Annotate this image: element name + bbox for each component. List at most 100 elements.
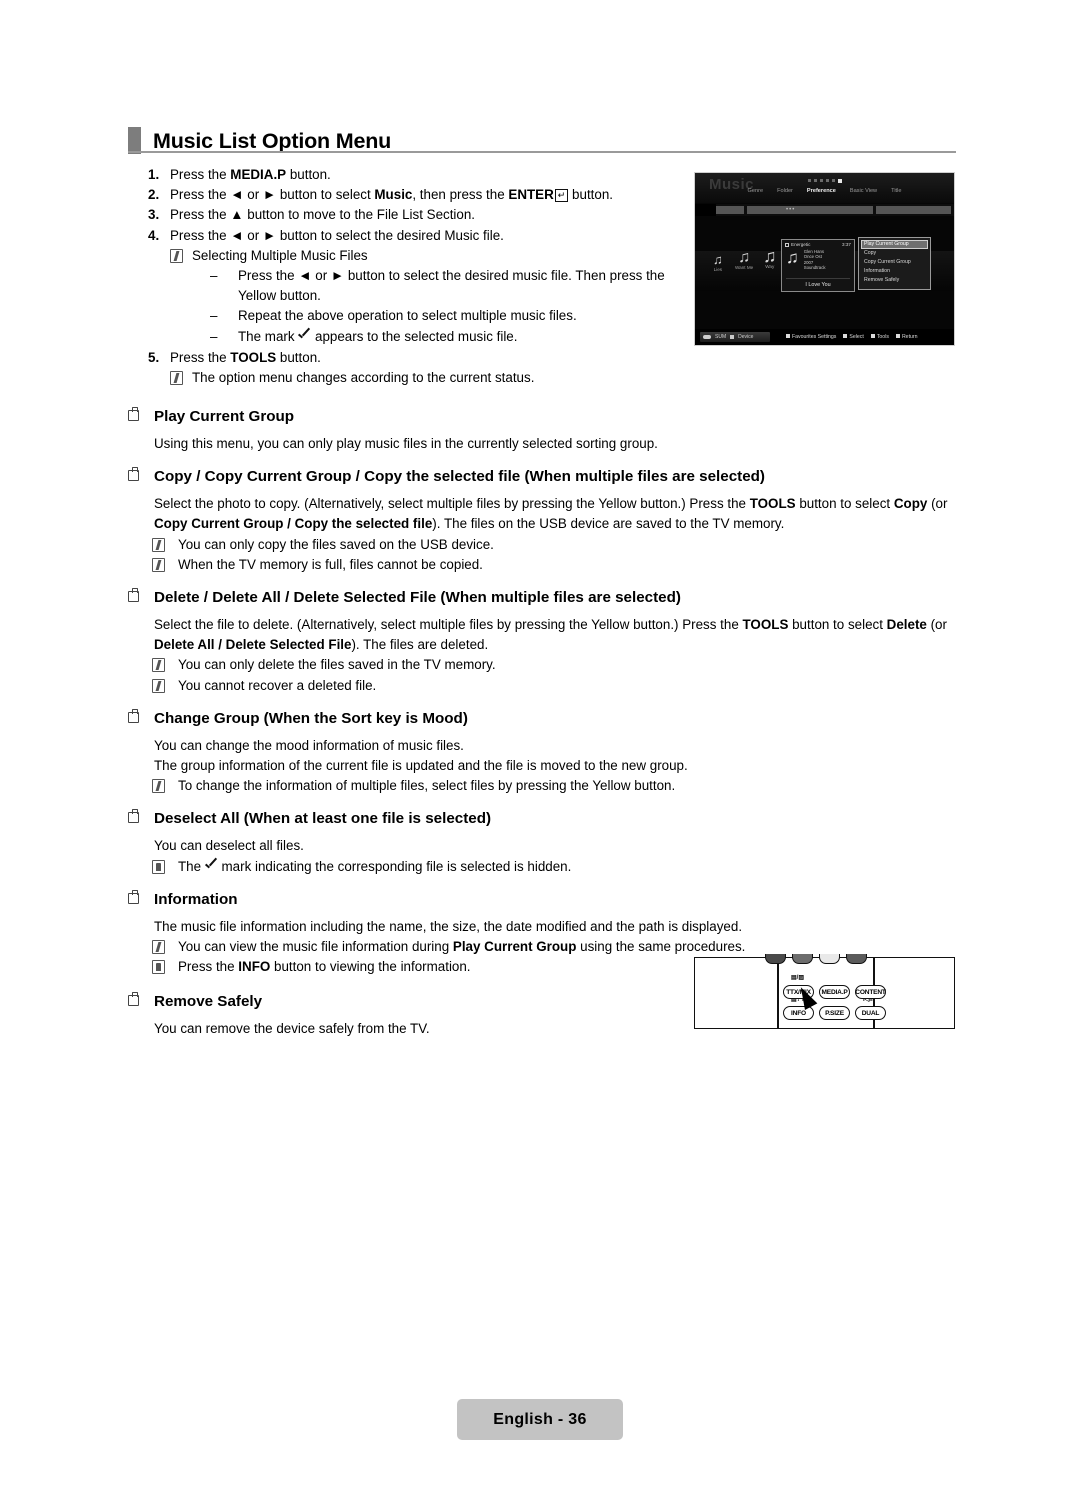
note-icon [152,535,178,555]
section-body: Select the photo to copy. (Alternatively… [154,494,956,534]
tv-hint-favourites[interactable]: Favourites Settings [786,334,836,340]
music-note-icon: ♫ [763,246,777,266]
tv-file-item[interactable]: ♫ Way [763,246,777,269]
tv-page-dots [695,179,954,183]
select-button-icon [843,334,848,338]
step-item: 3. Press the ▲ button to move to the Fil… [148,205,693,225]
tv-hint-group: Favourites Settings Select Tools Return [786,334,918,340]
tv-status-bar: SUM Device Favourites Settings Select To… [695,329,954,345]
section-heading: Change Group (When the Sort key is Mood) [128,708,956,727]
dash-marker: – [210,268,218,284]
tv-menu-item-copy-current-group[interactable]: Copy Current Group [861,258,928,267]
tv-hint-tools[interactable]: Tools [870,334,889,340]
step-item: 5. Press the TOOLS button. [148,348,693,368]
tv-file-label: Lies [713,267,723,272]
bullet-square-icon [128,809,154,827]
tv-file-info-card: Energetic 3:37 ♫ Glen Hans Once Ost 2007… [781,239,855,292]
note-icon [152,937,178,957]
tv-tab-genre[interactable]: Genre [748,188,764,194]
note-icon [152,857,178,877]
step-text: Press the TOOLS button. [170,349,321,365]
page-number-label: English - 36 [493,1410,587,1428]
bullet-square-icon [128,588,154,606]
note-text: To change the information of multiple fi… [178,778,676,794]
music-note-icon: ♫ [738,249,751,266]
tv-card-mood: Energetic [785,242,810,247]
remote-button-dual[interactable]: DUAL [855,1006,886,1020]
remote-color-buttons [765,954,867,964]
remote-button-psize[interactable]: P.SIZE [819,1006,850,1020]
bullet-square-icon [128,407,154,425]
section-heading-text: Play Current Group [154,408,295,425]
section-heading-text: Delete / Delete All / Delete Selected Fi… [154,589,681,607]
title-divider [128,151,956,153]
tv-tab-preference[interactable]: Preference [807,188,836,194]
return-arrow-icon [895,334,900,338]
tv-file-item[interactable]: ♫ Want Me [735,249,753,271]
device-marker-icon [730,335,735,339]
tv-source-label: SUM [715,334,727,340]
dash-marker: – [210,328,218,344]
tv-menu-item-copy[interactable]: Copy [861,249,928,258]
note-icon [152,555,178,575]
tv-hint-select[interactable]: Select [843,334,864,340]
checkmark-icon [205,861,218,873]
tv-scroll-dots: ••• [786,207,796,213]
enter-key-icon: ↵ [554,189,569,203]
remote-control-illustration: ▤/▨ ▤? i I◁II TTX/MIX MEDIA.P CONTENT IN… [694,954,955,1029]
section-heading: Information [128,889,956,908]
section-heading-text: Deselect All (When at least one file is … [154,810,492,828]
note-text: Selecting Multiple Music Files [192,247,368,263]
remote-button-info[interactable]: INFO [783,1006,814,1020]
page-title-block: Music List Option Menu [128,118,956,154]
checkbox-icon[interactable] [785,243,789,247]
section-body: Select the file to delete. (Alternativel… [154,615,956,655]
tv-tab-title[interactable]: Title [891,188,901,194]
step-note: Selecting Multiple Music Files [170,246,693,266]
step-text: Press the ◄ or ► button to select the de… [170,227,504,243]
note-icon [170,246,192,266]
remote-button-content[interactable]: CONTENT [855,985,886,999]
note-icon [152,676,178,696]
sub-bullet-text: Repeat the above operation to select mul… [238,308,577,324]
tools-icon [870,334,875,338]
section-note: You can only copy the files saved on the… [152,535,956,555]
section-heading-text: Information [154,890,238,908]
tv-menu-item-play-current-group[interactable]: Play Current Group [861,240,928,249]
remote-button-mediap[interactable]: MEDIA.P [819,985,850,999]
note-icon [152,776,178,796]
tv-hint-return[interactable]: Return [895,334,918,340]
note-text: The mark indicating the corresponding fi… [178,858,572,874]
remote-button-row-2: INFO P.SIZE DUAL [783,1006,886,1020]
section-note: You can only delete the files saved in t… [152,655,956,675]
section-body: The music file information including the… [154,917,956,937]
section-heading-text: Copy / Copy Current Group / Copy the sel… [154,468,765,486]
dash-marker: – [210,308,218,324]
step-item: 1. Press the MEDIA.P button. [148,165,693,185]
tv-scrollbar[interactable]: ••• [695,204,954,216]
step-number: 3. [148,207,160,223]
section-heading: Deselect All (When at least one file is … [128,809,956,828]
step-text: Press the MEDIA.P button. [170,167,331,182]
blue-button-icon [846,954,867,964]
tv-card-title: I Love You [805,282,831,288]
tv-scroll-left-cap [695,204,716,216]
tv-menu-item-information[interactable]: Information [861,267,928,276]
tv-source-chip[interactable]: SUM Device [700,332,770,342]
bullet-square-icon [128,889,154,908]
note-text: You can view the music file information … [178,939,746,955]
note-icon [152,957,178,977]
sub-bullet: – Press the ◄ or ► button to select the … [210,266,693,306]
tv-tab-folder[interactable]: Folder [777,188,793,194]
step-number: 1. [148,167,160,182]
note-text: You cannot recover a deleted file. [178,677,377,693]
section-paragraph: You can change the mood information of m… [154,737,464,753]
tv-menu-item-remove-safely[interactable]: Remove Safely [861,276,928,285]
step-note: The option menu changes according to the… [170,368,693,388]
bullet-square-icon [128,708,154,727]
remote-mini-label-ttx: ▤/▨ [791,975,805,981]
tv-file-item[interactable]: ♫ Lies [713,253,723,272]
section-deselect-all: Deselect All (When at least one file is … [128,809,956,877]
tv-tab-basic-view[interactable]: Basic View [850,188,877,194]
tv-device-label: Device [738,334,754,340]
